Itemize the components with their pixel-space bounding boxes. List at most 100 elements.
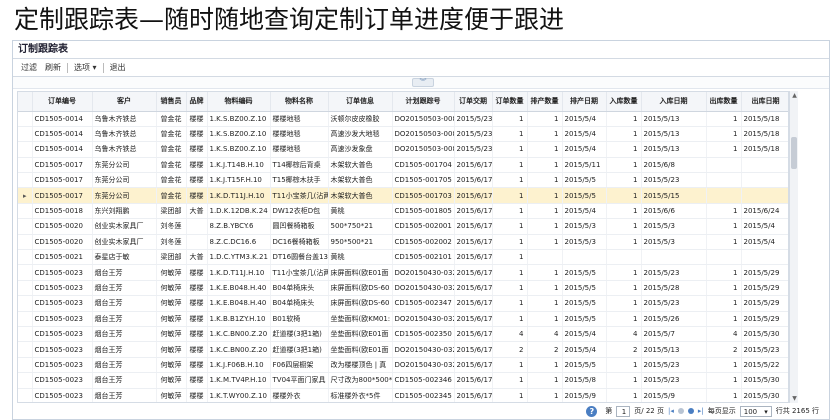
table-cell: 1 <box>492 295 528 312</box>
column-header[interactable]: 销售员 <box>156 92 187 112</box>
table-cell: 2015/5/7 <box>641 326 707 343</box>
row-indicator <box>18 141 33 158</box>
table-cell: 1 <box>706 218 742 235</box>
table-cell: 4 <box>706 326 742 343</box>
column-header[interactable]: 订单数量 <box>492 92 528 112</box>
table-cell: 2 <box>706 341 742 358</box>
page-number-input[interactable]: 1 <box>616 405 631 417</box>
table-cell: 1.K.B.B1ZY.H.10 <box>207 311 271 327</box>
table-cell: 烟台王芳 <box>92 372 157 389</box>
table-cell: CD1505-001703 <box>392 187 455 204</box>
first-page-icon[interactable]: |◂ <box>668 407 674 415</box>
table-cell: 烟台王芳 <box>92 326 157 343</box>
table-row[interactable]: CD1505-0014 乌鲁木齐铁总 曾金花 楼楼 1.K.S.BZ00.Z.10 楼楼地… <box>18 126 788 143</box>
prev-page-icon[interactable] <box>677 408 684 414</box>
column-header[interactable]: 物料编码 <box>207 92 271 112</box>
column-header[interactable]: 排产日期 <box>562 92 607 112</box>
table-header-row: 订单编号 客户 销售员 品牌 物料编码 物料名称 订单信息 计划跟踪号 订单交期 订单数量 排产数量… <box>18 92 788 112</box>
table-cell <box>527 249 563 266</box>
table-row[interactable]: CD1505-0023 烟台王芳 何敏萍 楼楼 1.K.T.WY00.Z.10 楼楼外衣标… <box>18 388 788 402</box>
scrollbar-thumb[interactable] <box>791 137 797 169</box>
table-cell: 2015/5/4 <box>562 326 607 343</box>
table-row[interactable]: CD1505-0020 创业实木家具厂 刘冬莲 8.Z.C.DC16.6 DC16餐椅箱… <box>18 234 788 251</box>
table-row[interactable]: CD1505-0018 东兴刘翔鹏 梁团部 大普 1.D.K.12DB.K.24 DW12… <box>18 203 788 220</box>
table-cell: 楼楼 <box>186 295 208 312</box>
table-cell: 1 <box>527 172 563 189</box>
table-row[interactable]: CD1505-0014 乌鲁木齐铁总 曾金花 楼楼 1.K.S.BZ00.Z.10 楼楼地… <box>18 141 788 158</box>
help-icon[interactable]: ? <box>586 405 598 417</box>
exit-button[interactable]: 退出 <box>106 59 130 76</box>
table-cell: CD1505-002002 <box>392 234 455 251</box>
last-page-icon[interactable]: ▸| <box>698 407 704 415</box>
next-page-icon[interactable] <box>687 408 694 414</box>
column-header[interactable]: 出库数量 <box>706 92 742 112</box>
table-cell: 950*500*21 <box>328 234 393 251</box>
table-cell: B04单椅床头 <box>270 280 329 297</box>
table-row[interactable]: ▸ CD1505-0017 东莞分公司 曾金花 楼楼 1.K.D.T11J.H.10 T11… <box>18 187 788 204</box>
table-cell: 何敏萍 <box>156 311 187 327</box>
table-row[interactable]: CD1505-0023 烟台王芳 何敏萍 楼楼 1.K.J.F06B.H.10 F06四层… <box>18 357 788 374</box>
table-cell: CD1505-0023 <box>32 341 93 358</box>
table-row[interactable]: CD1505-0021 泰星店于敏 梁团部 大普 1.D.C.YTM3.K.21 DT16… <box>18 249 788 266</box>
table-cell: 1 <box>606 172 642 189</box>
vertical-scrollbar[interactable]: ▲ ▼ <box>789 91 798 403</box>
table-cell: 2015/5/23 <box>641 372 707 389</box>
row-indicator <box>18 388 33 402</box>
column-header[interactable]: 订单交期 <box>454 92 493 112</box>
page-count-label: 页/ 22 页 <box>634 407 664 415</box>
column-header[interactable]: 品牌 <box>186 92 208 112</box>
table-row[interactable]: CD1505-0017 东莞分公司 曾金花 楼楼 1.K.J.T14B.H.10 T14椰… <box>18 157 788 174</box>
scroll-down-arrow-icon[interactable]: ▼ <box>790 394 799 403</box>
column-header[interactable]: 订单编号 <box>32 92 93 112</box>
column-header[interactable]: 入库数量 <box>606 92 642 112</box>
collapse-chevron-icon[interactable]: ︾ <box>412 78 434 87</box>
table-cell: 圆凹餐椅箱板 <box>270 218 329 235</box>
per-page-select[interactable]: 100 ▾ <box>739 405 772 417</box>
table-cell: 1 <box>527 311 563 327</box>
column-header[interactable]: 排产数量 <box>527 92 563 112</box>
column-header[interactable]: 客户 <box>92 92 157 112</box>
table-row[interactable]: CD1505-0023 烟台王芳 何敏萍 楼楼 1.K.M.TV4P.H.10 TV04平… <box>18 372 788 389</box>
table-cell: 500*750*21 <box>328 218 393 235</box>
table-cell: CD1505-002101 <box>392 249 455 266</box>
column-header[interactable]: 计划跟踪号 <box>392 92 455 112</box>
table-cell: 1.K.D.T11J.H.10 <box>207 264 271 281</box>
table-cell: 8.Z.B.YBCY.6 <box>207 218 271 235</box>
table-cell: 1 <box>606 157 642 174</box>
table-row[interactable]: CD1505-0014 乌鲁木齐铁总 曾金花 楼楼 1.K.S.BZ00.Z.10 楼楼地… <box>18 111 788 127</box>
toolbar-divider <box>67 62 68 73</box>
data-grid: 订单编号 客户 销售员 品牌 物料编码 物料名称 订单信息 计划跟踪号 订单交期 订单数量 排产数量… <box>17 91 789 403</box>
table-cell: 1 <box>606 141 642 158</box>
table-cell: 1 <box>492 357 528 374</box>
filter-button[interactable]: 过滤 <box>17 59 41 76</box>
table-cell: B01软椅 <box>270 311 329 327</box>
refresh-button[interactable]: 刷新 <box>41 59 65 76</box>
column-header[interactable]: 出库日期 <box>741 92 788 112</box>
table-cell: 2015/6/17 <box>454 172 493 189</box>
table-row[interactable]: CD1505-0020 创业实木家具厂 刘冬莲 8.Z.B.YBCY.6 圆凹餐椅箱板 5… <box>18 218 788 235</box>
table-row[interactable]: CD1505-0023 烟台王芳 何敏萍 楼楼 1.K.E.B048.H.40 B04单椅… <box>18 280 788 297</box>
table-cell: F06四层橱架 <box>270 357 329 374</box>
table-cell: 乌鲁木齐铁总 <box>92 111 157 127</box>
pagination-bar: ? 第 1 页/ 22 页 |◂ ▸| 每页显示 100 ▾ 行共 2165 行 <box>13 403 829 419</box>
table-cell: 黄桃 <box>328 249 393 266</box>
column-header[interactable]: 入库日期 <box>641 92 707 112</box>
column-header[interactable]: 物料名称 <box>270 92 329 112</box>
table-cell: 2015/5/3 <box>562 234 607 251</box>
table-cell: DO20150430-032 <box>392 357 455 374</box>
table-row[interactable]: CD1505-0023 烟台王芳 何敏萍 楼楼 1.K.E.B048.H.40 B04单椅… <box>18 295 788 312</box>
table-row[interactable]: CD1505-0017 东莞分公司 曾金花 楼楼 1.K.J.T15F.H.10 T15椰… <box>18 172 788 189</box>
table-cell: 赶道楼(3把1箱) <box>270 341 329 358</box>
table-row[interactable]: CD1505-0023 烟台王芳 何敏萍 楼楼 1.K.C.BN00.Z.20 赶道楼(3… <box>18 341 788 358</box>
table-cell: 2015/5/4 <box>741 234 788 251</box>
table-row[interactable]: CD1505-0023 烟台王芳 何敏萍 楼楼 1.K.D.T11J.H.10 T11小宝… <box>18 264 788 281</box>
table-row[interactable]: CD1505-0023 烟台王芳 何敏萍 楼楼 1.K.C.BN00.Z.20 赶道楼(3… <box>18 326 788 343</box>
scroll-up-arrow-icon[interactable]: ▲ <box>790 91 799 100</box>
table-row[interactable]: CD1505-0023 烟台王芳 何敏萍 楼楼 1.K.B.B1ZY.H.10 B01软椅… <box>18 311 788 327</box>
options-menu-button[interactable]: 选项 ▾ <box>70 59 101 76</box>
column-header[interactable]: 订单信息 <box>328 92 393 112</box>
table-cell: 2 <box>527 341 563 358</box>
table-cell: 烟台王芳 <box>92 388 157 402</box>
table-cell: 1 <box>706 357 742 374</box>
row-indicator <box>18 372 33 389</box>
